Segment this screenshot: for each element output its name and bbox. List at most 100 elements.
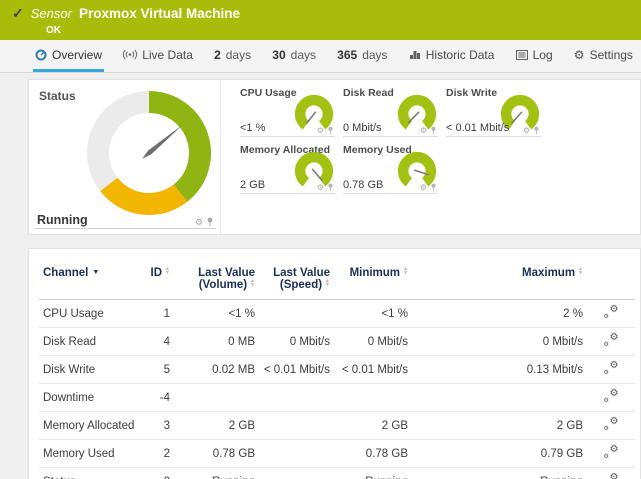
- edit-channel-icon[interactable]: ⚙⚙: [604, 390, 619, 403]
- tab-label: days: [226, 48, 251, 62]
- ok-check-icon: ✓: [12, 5, 24, 22]
- table-row: Disk Read 4 0 MB 0 Mbit/s 0 Mbit/s 0 Mbi…: [39, 328, 635, 356]
- column-header-channel[interactable]: Channel▼: [39, 267, 136, 300]
- column-header-last-value-volume[interactable]: Last Value(Volume)▲▼: [170, 267, 255, 300]
- sort-arrows-icon: ▲▼: [325, 279, 330, 287]
- live-signal-icon: [123, 49, 137, 60]
- column-header-id[interactable]: ID▲▼: [136, 267, 170, 300]
- gear-icon[interactable]: ⚙: [317, 127, 324, 135]
- tab-label: Overview: [52, 48, 102, 62]
- column-header-minimum[interactable]: Minimum▲▼: [330, 267, 408, 300]
- tab-settings[interactable]: ⚙ Settings: [572, 40, 635, 72]
- cell-last-value-volume: 0.02 MB: [170, 356, 255, 384]
- cell-last-value-volume: 0 MB: [170, 328, 255, 356]
- gear-icon[interactable]: ⚙: [523, 127, 530, 135]
- mini-gauge-memory-allocated[interactable]: Memory Allocated 2 GB ⚙: [240, 143, 335, 194]
- edit-channel-icon[interactable]: ⚙⚙: [604, 474, 619, 479]
- mini-gauge-cpu-usage[interactable]: CPU Usage <1 % ⚙: [240, 86, 335, 137]
- tab-30-days[interactable]: 30 days: [270, 40, 318, 72]
- bar-chart-icon: [409, 49, 421, 60]
- edit-channel-icon[interactable]: ⚙⚙: [604, 306, 619, 319]
- mini-gauge-disk-read[interactable]: Disk Read 0 Mbit/s ⚙: [343, 86, 438, 137]
- cell-last-value-speed: [255, 412, 330, 440]
- gear-icon[interactable]: ⚙: [420, 184, 427, 192]
- pin-icon[interactable]: [206, 217, 214, 227]
- gear-icon[interactable]: ⚙: [420, 127, 427, 135]
- column-header-maximum[interactable]: Maximum▲▼: [408, 267, 583, 300]
- cell-id: -4: [136, 384, 170, 412]
- sort-arrows-icon: ▲▼: [403, 267, 408, 275]
- tab-2-days[interactable]: 2 days: [212, 40, 253, 72]
- cell-id: 3: [136, 412, 170, 440]
- mini-gauge-memory-used[interactable]: Memory Used 0.78 GB ⚙: [343, 143, 438, 194]
- table-row: Status 0 Running Running Running ⚙⚙: [39, 468, 635, 479]
- tab-historic-data[interactable]: Historic Data: [407, 40, 497, 72]
- mini-gauge-label: CPU Usage: [240, 87, 297, 99]
- cell-last-value-volume: <1 %: [170, 300, 255, 328]
- table-row: Disk Write 5 0.02 MB < 0.01 Mbit/s < 0.0…: [39, 356, 635, 384]
- mini-gauge-value: 0 Mbit/s: [343, 122, 382, 134]
- cell-minimum: Running: [330, 468, 408, 479]
- cell-last-value-volume: 0.78 GB: [170, 440, 255, 468]
- status-donut-gauge: [84, 88, 214, 218]
- mini-gauge-value: 2 GB: [240, 179, 265, 191]
- status-gauge-value: Running: [37, 213, 88, 227]
- cell-minimum: 0.78 GB: [330, 440, 408, 468]
- pin-icon[interactable]: [327, 183, 334, 192]
- cell-maximum: 0.79 GB: [408, 440, 583, 468]
- edit-channel-icon[interactable]: ⚙⚙: [604, 362, 619, 375]
- gauge-needle: [140, 123, 184, 161]
- tab-log[interactable]: Log: [514, 40, 555, 72]
- cell-last-value-volume: 2 GB: [170, 412, 255, 440]
- gear-icon[interactable]: ⚙: [317, 184, 324, 192]
- cell-last-value-speed: [255, 440, 330, 468]
- tab-number: 30: [272, 48, 285, 62]
- mini-gauge-label: Disk Read: [343, 87, 394, 99]
- cell-id: 4: [136, 328, 170, 356]
- tab-label: Log: [533, 48, 553, 62]
- mini-gauge-value: < 0.01 Mbit/s: [446, 122, 509, 134]
- gauge-needle: [512, 112, 522, 123]
- cell-channel: Memory Used: [39, 440, 136, 468]
- cell-last-value-speed: < 0.01 Mbit/s: [255, 356, 330, 384]
- mini-gauges-grid: CPU Usage <1 % ⚙ Disk Read 0 Mbit/s ⚙ Di…: [221, 80, 640, 234]
- tab-365-days[interactable]: 365 days: [335, 40, 389, 72]
- cell-id: 2: [136, 440, 170, 468]
- edit-channel-icon[interactable]: ⚙⚙: [604, 418, 619, 431]
- status-gauge-tile[interactable]: Status Running ⚙: [29, 80, 221, 234]
- pin-icon[interactable]: [327, 126, 334, 135]
- tab-label: Live Data: [142, 48, 193, 62]
- tab-bar: Overview Live Data 2 days 30 days 365 da…: [0, 40, 641, 73]
- edit-channel-icon[interactable]: ⚙⚙: [604, 334, 619, 347]
- tab-live-data[interactable]: Live Data: [121, 40, 195, 72]
- table-row: Memory Allocated 3 2 GB 2 GB 2 GB ⚙⚙: [39, 412, 635, 440]
- column-header-last-value-speed[interactable]: Last Value(Speed)▲▼: [255, 267, 330, 300]
- cell-maximum: 0 Mbit/s: [408, 328, 583, 356]
- pin-icon[interactable]: [430, 126, 437, 135]
- sort-arrows-icon: ▲▼: [165, 267, 170, 275]
- cell-id: 1: [136, 300, 170, 328]
- cell-maximum: Running: [408, 468, 583, 479]
- gauge-needle: [306, 112, 315, 124]
- sensor-title: Proxmox Virtual Machine: [79, 6, 240, 21]
- cell-last-value-speed: [255, 384, 330, 412]
- mini-gauge-value: 0.78 GB: [343, 179, 383, 191]
- cell-minimum: 0 Mbit/s: [330, 328, 408, 356]
- gear-icon[interactable]: ⚙: [195, 218, 203, 227]
- mini-gauge-disk-write[interactable]: Disk Write < 0.01 Mbit/s ⚙: [446, 86, 541, 137]
- cell-last-value-volume: [170, 384, 255, 412]
- cell-id: 0: [136, 468, 170, 479]
- tab-overview[interactable]: Overview: [33, 40, 104, 72]
- pin-icon[interactable]: [533, 126, 540, 135]
- cell-minimum: [330, 384, 408, 412]
- edit-channel-icon[interactable]: ⚙⚙: [604, 446, 619, 459]
- log-icon: [516, 50, 528, 60]
- mini-gauge-value: <1 %: [240, 122, 265, 134]
- pin-icon[interactable]: [430, 183, 437, 192]
- overview-gauges-panel: Status Running ⚙ CPU Usage <1 % ⚙: [28, 79, 641, 235]
- cell-minimum: 2 GB: [330, 412, 408, 440]
- sensor-header-bar: ✓ Sensor Proxmox Virtual Machine OK: [0, 0, 641, 40]
- sort-arrows-icon: ▲▼: [250, 279, 255, 287]
- tab-number: 2: [214, 48, 221, 62]
- gauge-icon: [35, 49, 47, 61]
